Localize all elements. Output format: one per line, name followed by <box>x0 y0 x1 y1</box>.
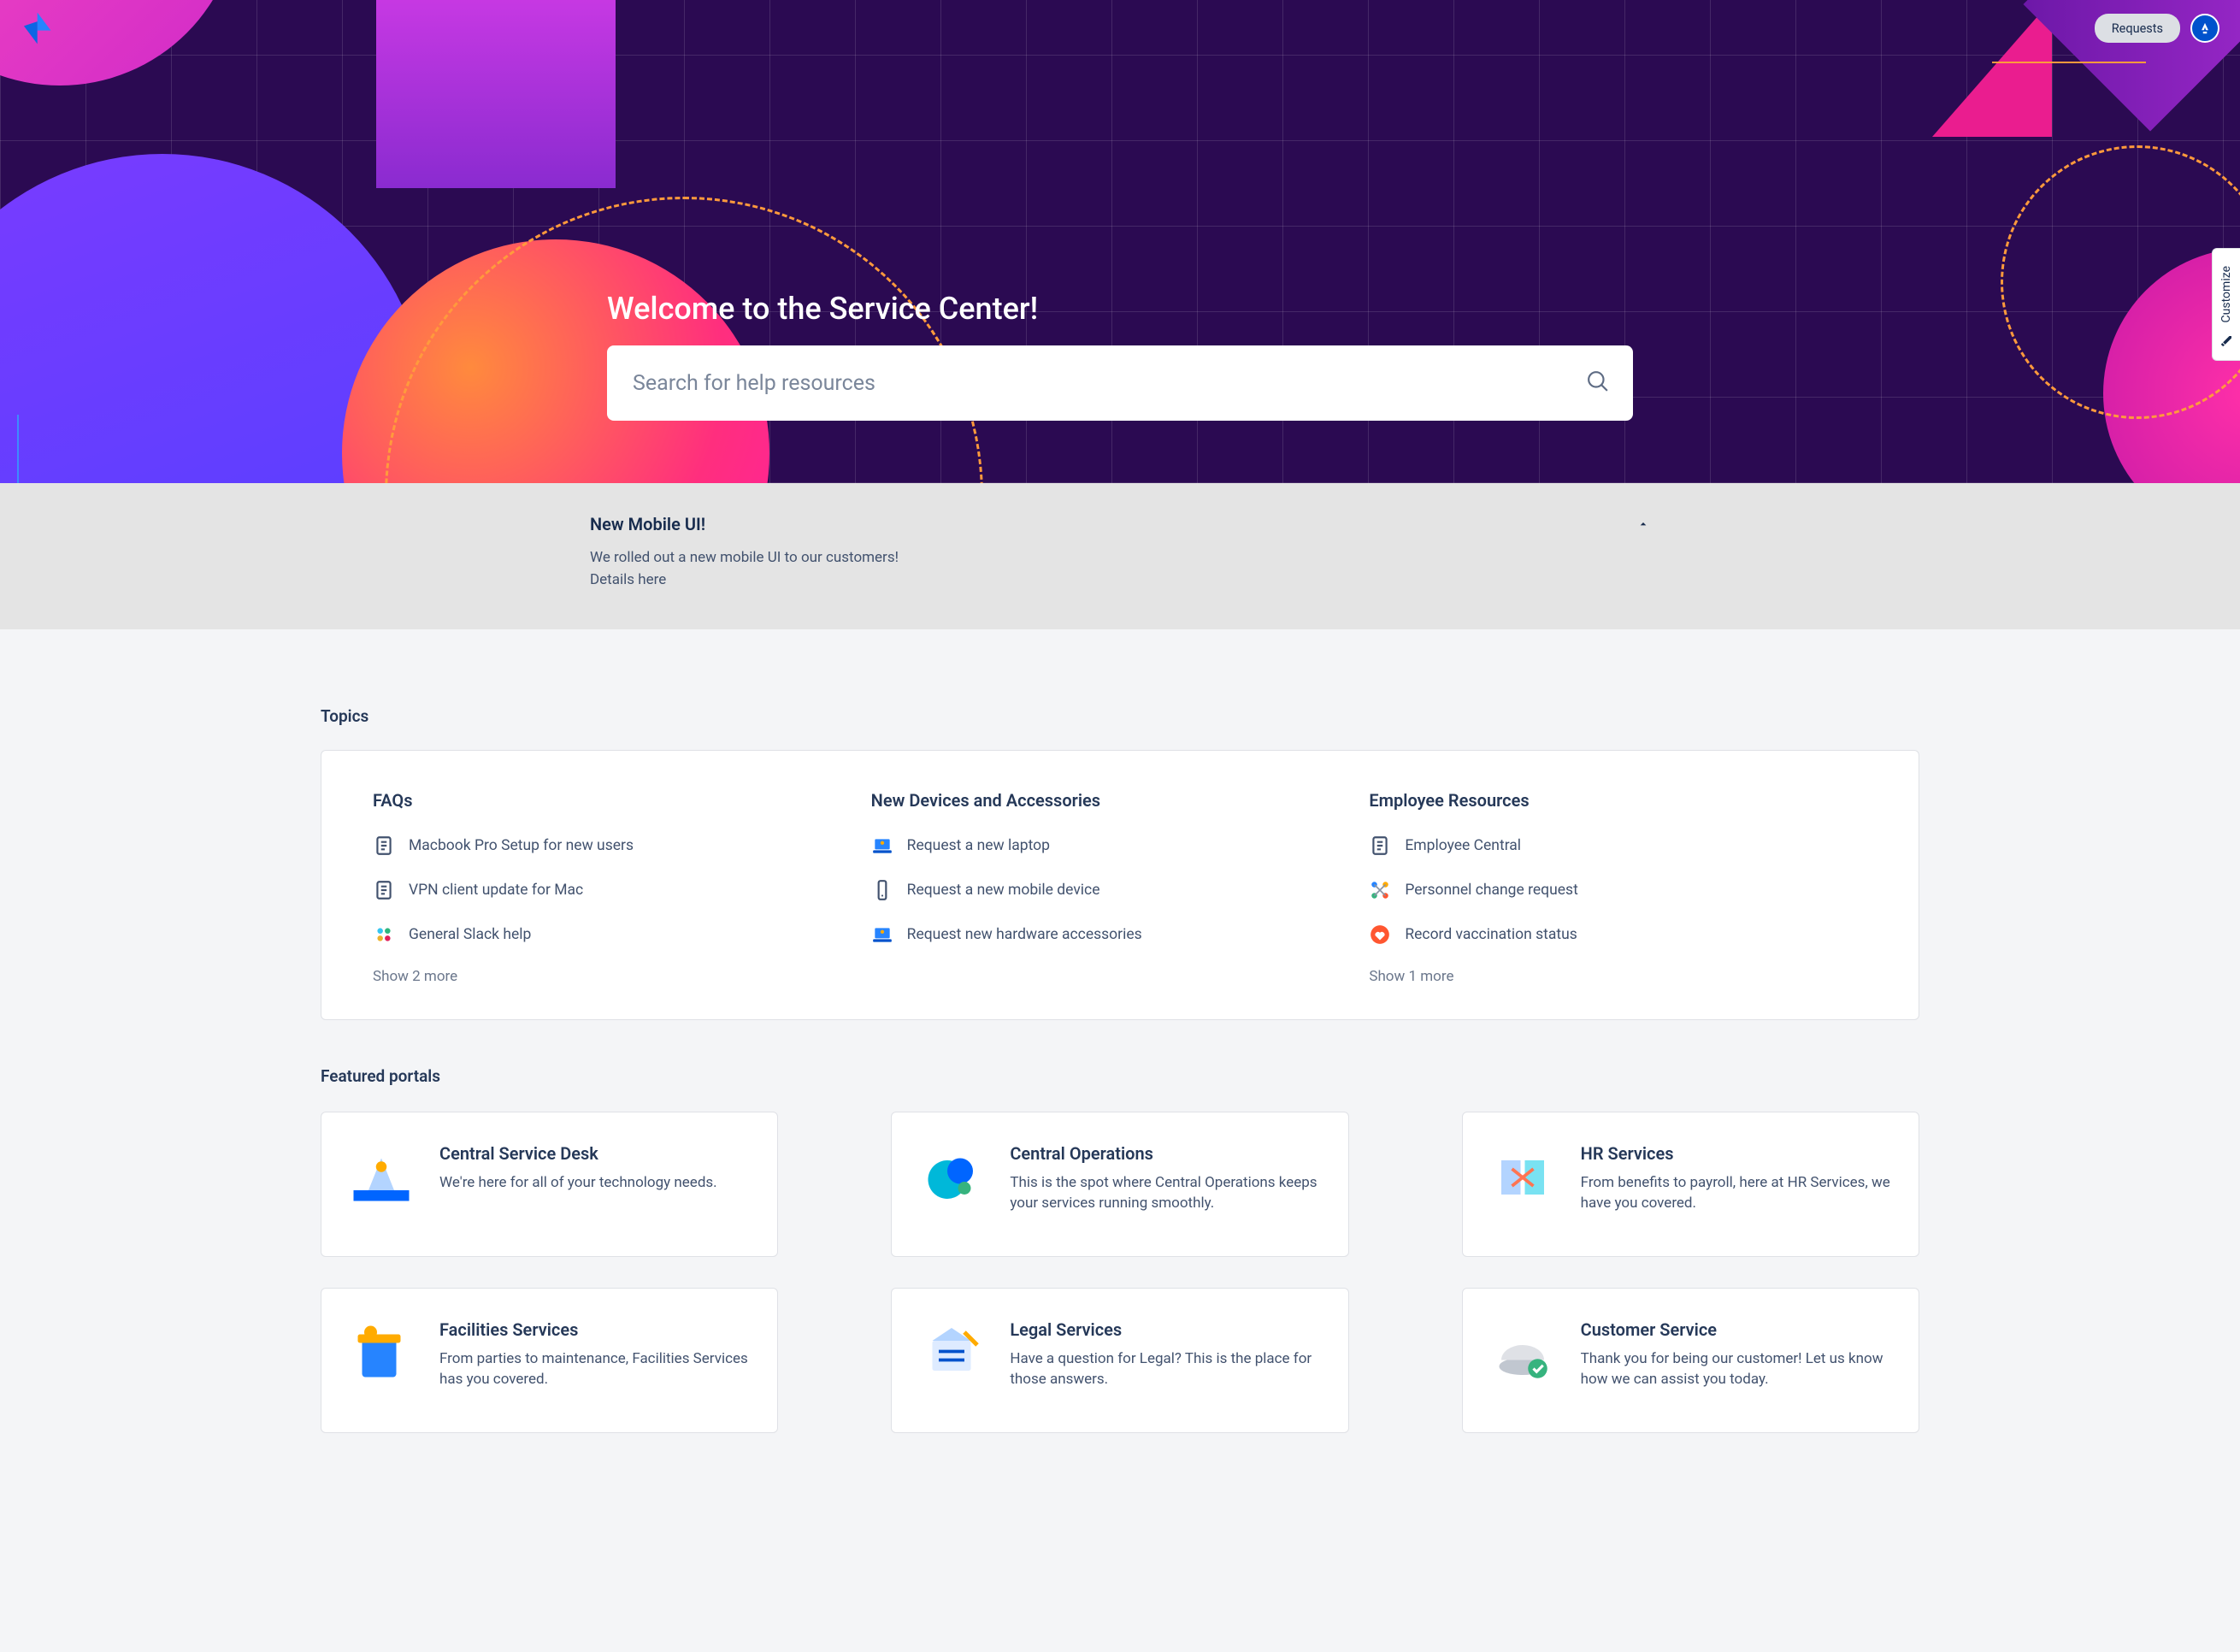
portal-title: Central Service Desk <box>439 1143 717 1164</box>
chevron-up-icon <box>1636 517 1650 531</box>
topic-item[interactable]: VPN client update for Mac <box>373 879 871 901</box>
topics-card: FAQs Macbook Pro Setup for new users VPN… <box>321 750 1919 1020</box>
topic-title: Employee Resources <box>1369 790 1867 811</box>
legal-icon <box>917 1319 986 1388</box>
topic-item[interactable]: Request new hardware accessories <box>871 923 1370 946</box>
customize-tab[interactable]: Customize <box>2212 248 2240 361</box>
requests-button[interactable]: Requests <box>2095 14 2180 43</box>
topic-item[interactable]: Macbook Pro Setup for new users <box>373 835 871 857</box>
topic-item[interactable]: Record vaccination status <box>1369 923 1867 946</box>
avatar[interactable] <box>2190 14 2219 43</box>
portal-title: Customer Service <box>1581 1319 1893 1340</box>
search-input[interactable] <box>607 345 1633 421</box>
pencil-icon <box>2219 334 2233 348</box>
topics-heading: Topics <box>321 706 1919 726</box>
portal-card[interactable]: HR Services From benefits to payroll, he… <box>1462 1112 1919 1257</box>
announcement-title: New Mobile UI! <box>590 514 1650 534</box>
service-desk-icon <box>347 1143 416 1212</box>
laptop-icon <box>871 835 893 857</box>
portal-title: Legal Services <box>1010 1319 1322 1340</box>
page-icon <box>1369 835 1391 857</box>
portals-heading: Featured portals <box>321 1066 1919 1086</box>
heart-icon <box>1369 923 1391 946</box>
topic-title: FAQs <box>373 790 871 811</box>
show-more-link[interactable]: Show 2 more <box>373 968 871 985</box>
topic-item[interactable]: Request a new mobile device <box>871 879 1370 901</box>
portal-title: Facilities Services <box>439 1319 752 1340</box>
operations-icon <box>917 1143 986 1212</box>
portal-desc: From parties to maintenance, Facilities … <box>439 1348 752 1390</box>
announcement-line2[interactable]: Details here <box>590 569 1650 591</box>
portal-card[interactable]: Central Service Desk We're here for all … <box>321 1112 778 1257</box>
topic-item[interactable]: Request a new laptop <box>871 835 1370 857</box>
page-icon <box>373 879 395 901</box>
welcome-title: Welcome to the Service Center! <box>607 291 1633 327</box>
search-icon <box>1587 370 1609 396</box>
laptop-icon <box>871 923 893 946</box>
portal-title: HR Services <box>1581 1143 1893 1164</box>
topic-title: New Devices and Accessories <box>871 790 1370 811</box>
portal-title: Central Operations <box>1010 1143 1322 1164</box>
topic-item[interactable]: General Slack help <box>373 923 871 946</box>
portal-card[interactable]: Customer Service Thank you for being our… <box>1462 1288 1919 1433</box>
hero-banner: Requests Welcome to the Service Center! <box>0 0 2240 483</box>
topic-item[interactable]: Personnel change request <box>1369 879 1867 901</box>
collapse-button[interactable] <box>1636 517 1650 534</box>
portal-desc: From benefits to payroll, here at HR Ser… <box>1581 1172 1893 1214</box>
portal-card[interactable]: Legal Services Have a question for Legal… <box>891 1288 1348 1433</box>
portal-desc: This is the spot where Central Operation… <box>1010 1172 1322 1214</box>
facilities-icon <box>347 1319 416 1388</box>
page-icon <box>373 835 395 857</box>
hr-icon <box>1488 1143 1557 1212</box>
topic-item[interactable]: Employee Central <box>1369 835 1867 857</box>
show-more-link[interactable]: Show 1 more <box>1369 968 1867 985</box>
announcement-line1: We rolled out a new mobile UI to our cus… <box>590 546 1650 569</box>
nodes-icon <box>1369 879 1391 901</box>
portal-desc: We're here for all of your technology ne… <box>439 1172 717 1194</box>
customer-service-icon <box>1488 1319 1557 1388</box>
app-logo[interactable] <box>21 10 56 46</box>
slack-icon <box>373 923 395 946</box>
announcement-banner: New Mobile UI! We rolled out a new mobil… <box>0 483 2240 629</box>
phone-icon <box>871 879 893 901</box>
portal-card[interactable]: Central Operations This is the spot wher… <box>891 1112 1348 1257</box>
customize-label: Customize <box>2219 266 2233 322</box>
portal-desc: Have a question for Legal? This is the p… <box>1010 1348 1322 1390</box>
portal-card[interactable]: Facilities Services From parties to main… <box>321 1288 778 1433</box>
portal-desc: Thank you for being our customer! Let us… <box>1581 1348 1893 1390</box>
